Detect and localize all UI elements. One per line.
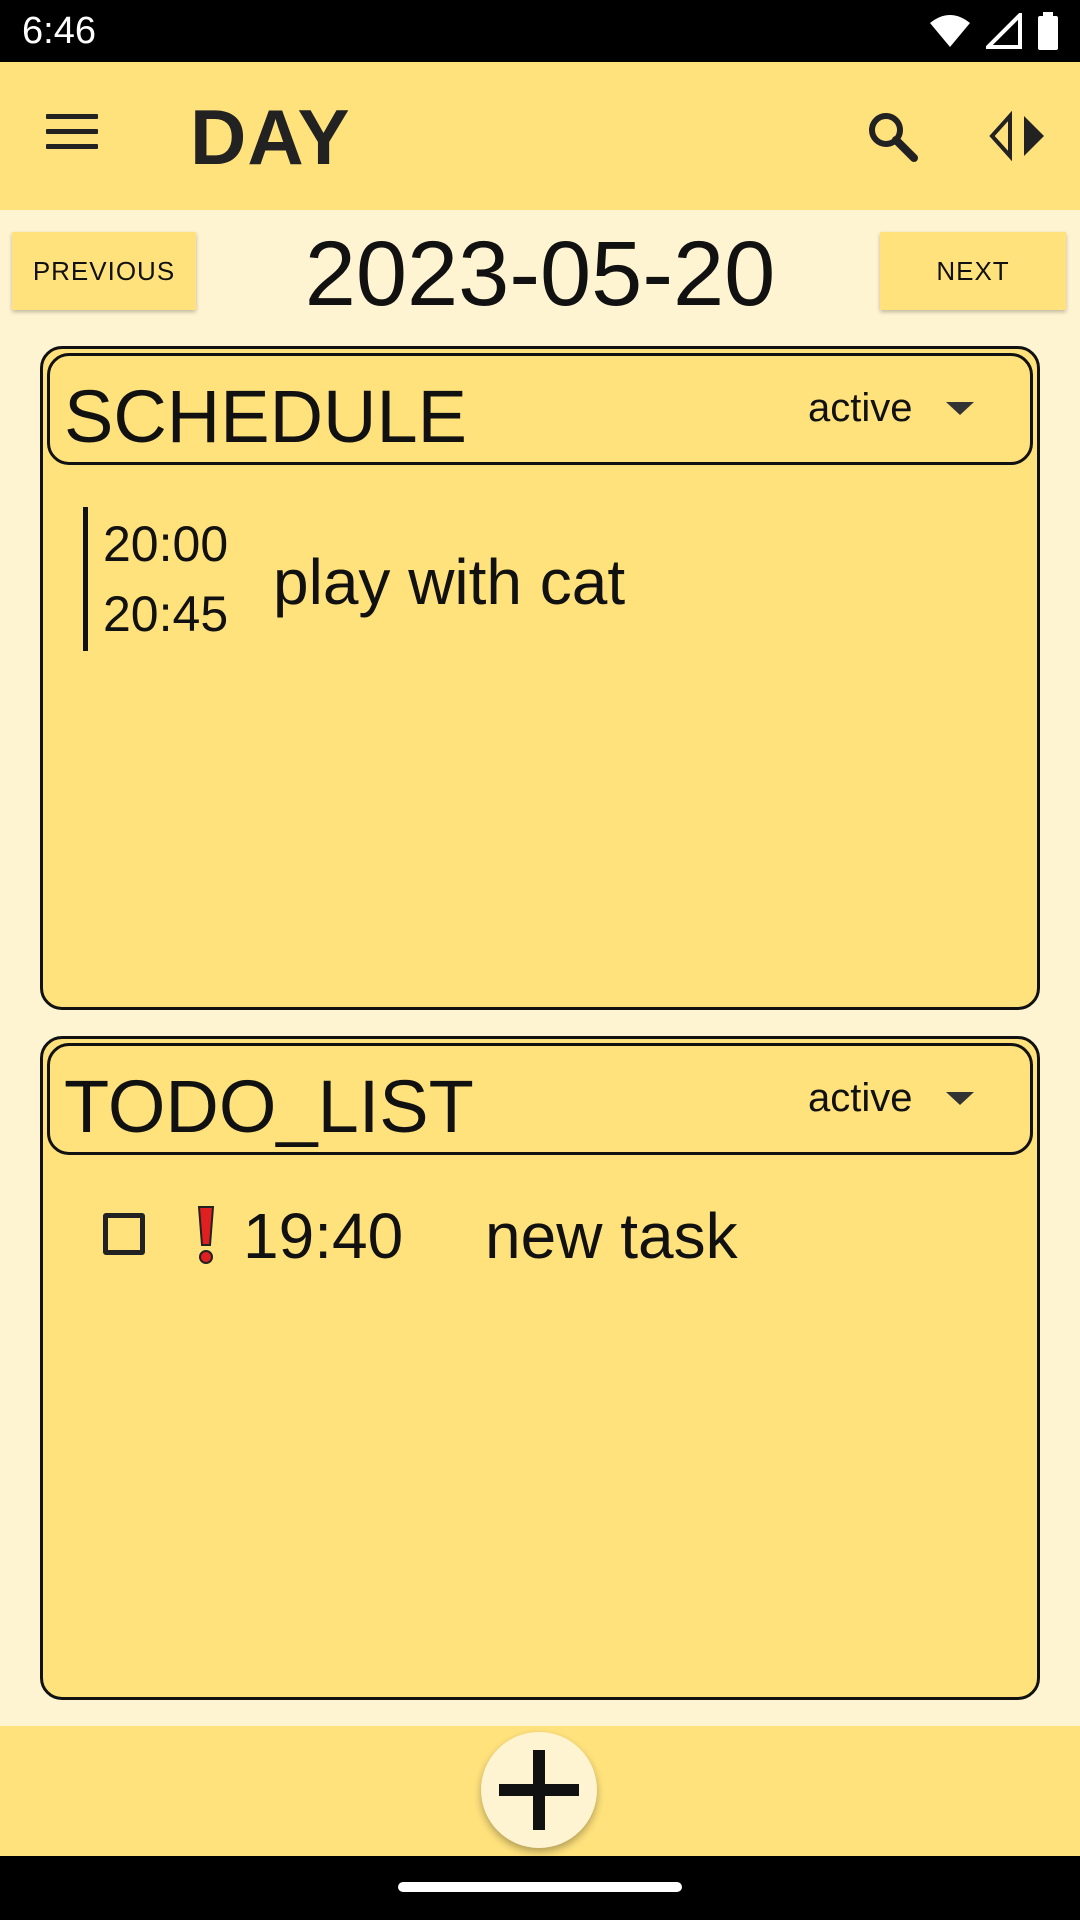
date-label: 2023-05-20 [304,223,776,325]
menu-icon[interactable] [46,114,98,154]
todo-header: TODO_LIST active [47,1043,1033,1155]
todo-title: TODO_LIST [64,1065,474,1148]
signal-icon [986,13,1022,49]
status-icons [928,12,1060,50]
status-time: 6:46 [22,10,96,52]
app-bar: DAY [0,62,1080,210]
todo-time: 19:40 [243,1200,404,1272]
battery-icon [1038,12,1058,50]
wifi-icon [930,15,970,47]
todo-item: 19:40 new task [93,1199,993,1279]
schedule-panel: SCHEDULE active 20:00 20:45 play with ca… [40,346,1040,1010]
add-icon [499,1750,579,1830]
schedule-item[interactable]: 20:00 20:45 play with cat [83,507,983,651]
arrows-icon[interactable] [988,110,1048,162]
schedule-item-bar [83,507,88,651]
schedule-item-title: play with cat [273,546,626,618]
add-button[interactable] [481,1732,597,1848]
status-bar: 6:46 [0,0,1080,62]
todo-filter-dropdown[interactable]: active [808,1076,913,1121]
home-handle[interactable] [398,1882,682,1892]
page-title: DAY [190,93,351,181]
chevron-down-icon[interactable] [946,402,974,415]
priority-icon [197,1206,215,1264]
todo-item-title[interactable]: new task [485,1199,738,1273]
chevron-down-icon[interactable] [946,1092,974,1105]
search-icon[interactable] [862,106,922,166]
schedule-header: SCHEDULE active [47,353,1033,465]
next-button[interactable]: NEXT [880,232,1066,310]
schedule-title: SCHEDULE [64,375,467,458]
schedule-filter-dropdown[interactable]: active [808,386,913,431]
schedule-end-time: 20:45 [103,586,229,642]
todo-panel: TODO_LIST active 19:40 new task [40,1036,1040,1700]
previous-button[interactable]: PREVIOUS [12,232,196,310]
todo-checkbox[interactable] [103,1213,145,1255]
schedule-start-time: 20:00 [103,516,229,572]
